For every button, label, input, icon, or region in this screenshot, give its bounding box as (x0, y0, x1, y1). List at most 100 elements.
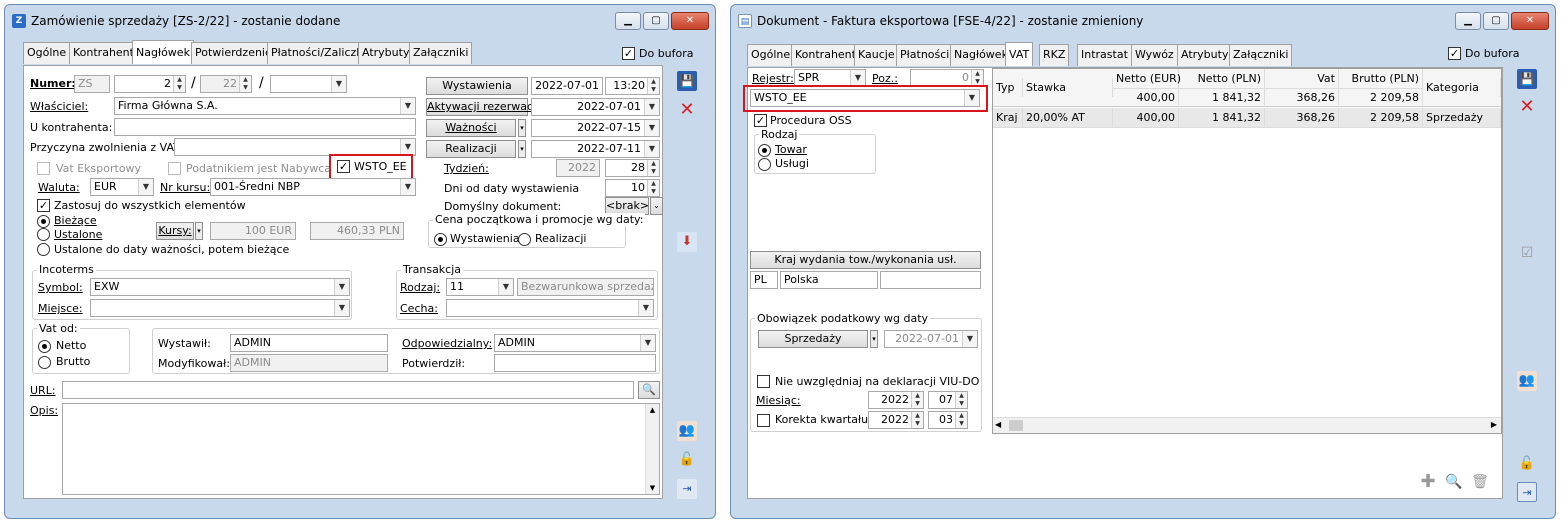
dni-spinner[interactable]: 10 ▲ ▼ (605, 179, 660, 197)
col-vat[interactable]: Vat (1265, 69, 1339, 89)
numer-spinner[interactable]: 2 ▲ ▼ (114, 75, 186, 93)
spin-arrows-icon[interactable]: ▲ ▼ (955, 412, 967, 428)
scroll-right-icon[interactable]: ▶ (1491, 420, 1497, 429)
checklist-icon[interactable]: ☑ (1517, 243, 1537, 263)
tab-platnosci[interactable]: Płatności/Zaliczki (267, 42, 370, 64)
korekta-spinner[interactable]: 03 ▲ ▼ (928, 411, 968, 429)
wystawienia-time[interactable]: 13:20 ▲ ▼ (605, 77, 660, 95)
spin-arrows-icon[interactable]: ▲ ▼ (239, 76, 251, 92)
brutto-radio[interactable] (38, 356, 51, 369)
biezace-radio[interactable] (37, 215, 50, 228)
wystawienia-date[interactable]: 2022-07-01 (531, 77, 603, 95)
tab-kontrahent[interactable]: Kontrahent (791, 44, 860, 66)
add-icon[interactable]: ✚ (1418, 472, 1438, 492)
vat-grid[interactable]: Typ Stawka Netto (EUR) Netto (PLN) Vat B… (992, 68, 1502, 434)
minimize-button[interactable]: ▁ (1455, 12, 1481, 30)
spin-arrows-icon[interactable]: ▲ ▼ (647, 160, 659, 176)
opis-textarea[interactable]: ▲ ▼ (62, 403, 660, 495)
tab-intrastat[interactable]: Intrastat (1077, 44, 1132, 66)
sprzedazy-button[interactable]: Sprzedaży (758, 330, 868, 348)
wsto-combo[interactable]: WSTO_EE ▼ (750, 89, 980, 107)
korekta-checkbox[interactable] (757, 414, 770, 427)
cena-wystawienia-radio[interactable] (434, 233, 447, 246)
kursy-button[interactable]: Kursy: (156, 222, 194, 240)
flag-icon[interactable]: ⇥ (1517, 482, 1537, 502)
maximize-button[interactable]: ▢ (1483, 12, 1509, 30)
wlasciciel-combo[interactable]: Firma Główna S.A. ▼ (114, 97, 416, 115)
do-bufora-checkbox[interactable]: ✓ (1448, 47, 1461, 60)
tab-kontrahent[interactable]: Kontrahent (69, 42, 138, 64)
vat-eksportowy-checkbox[interactable] (37, 162, 50, 175)
cancel-icon[interactable]: ✕ (677, 100, 697, 120)
nie-uwzgl-checkbox[interactable] (757, 375, 770, 388)
waznosci-button[interactable]: Ważności (426, 119, 516, 137)
tab-ogolne[interactable]: Ogólne (747, 44, 795, 66)
spin-arrows-icon[interactable]: ▲ ▼ (911, 392, 923, 408)
numer-year-spinner[interactable]: 22 ▲ ▼ (200, 75, 252, 93)
waznosci-date[interactable]: 2022-07-15 ▼ (531, 119, 660, 137)
spin-arrows-icon[interactable]: ▲ ▼ (173, 76, 185, 92)
symbol-combo[interactable]: EXW ▼ (90, 278, 350, 296)
flag-icon[interactable]: ⇥ (677, 479, 697, 499)
col-typ[interactable]: Typ (993, 78, 1023, 97)
kraj-name-field[interactable]: Polska (780, 271, 878, 289)
col-netto-eur[interactable]: Netto (EUR) (1113, 69, 1181, 89)
users-icon[interactable]: 👥 (1517, 371, 1537, 391)
tab-ogolne[interactable]: Ogólne (23, 42, 71, 64)
ustalone-radio[interactable] (37, 228, 50, 241)
scroll-left-icon[interactable]: ◀ (995, 420, 1001, 429)
realizacji-button[interactable]: Realizacji (426, 140, 516, 158)
realizacji-dropdown[interactable]: ▾ (518, 140, 526, 158)
cena-realizacji-radio[interactable] (518, 233, 531, 246)
tydzien-spinner[interactable]: 28 ▲ ▼ (605, 159, 660, 177)
miejsce-combo[interactable]: ▼ (90, 299, 350, 317)
tab-atrybuty[interactable]: Atrybuty (1177, 44, 1233, 66)
uslugi-radio[interactable] (758, 158, 771, 171)
waznosci-dropdown[interactable]: ▾ (518, 119, 526, 137)
cecha-combo[interactable]: ▼ (446, 299, 654, 317)
scrollbar[interactable]: ▲ ▼ (645, 404, 659, 494)
miesiac-spinner[interactable]: 07 ▲ ▼ (928, 391, 968, 409)
spin-arrows-icon[interactable]: ▲ ▼ (955, 392, 967, 408)
tab-potwierdzenie[interactable]: Potwierdzenie (191, 42, 276, 64)
wystawienia-button[interactable]: Wystawienia (426, 77, 528, 95)
procedura-oss-checkbox[interactable]: ✓ (754, 114, 767, 127)
url-input[interactable] (62, 381, 634, 399)
horizontal-scrollbar[interactable]: ◀ ▶ (993, 417, 1501, 433)
rodzaj-combo[interactable]: 11 ▼ (446, 278, 514, 296)
potwierdzil-field[interactable] (494, 354, 656, 372)
tab-atrybuty[interactable]: Atrybuty (358, 42, 414, 64)
minimize-button[interactable]: ▁ (615, 12, 641, 30)
do-bufora-checkbox[interactable]: ✓ (622, 47, 635, 60)
nr-kursu-combo[interactable]: 001-Średni NBP ▼ (210, 178, 416, 196)
lock-icon[interactable]: 🔓 (1517, 454, 1537, 474)
obowiazek-date[interactable]: 2022-07-01 ▼ (884, 330, 978, 348)
kraj-code-field[interactable]: PL (750, 271, 778, 289)
spin-arrows-icon[interactable]: ▲ ▼ (911, 412, 923, 428)
close-button[interactable]: ✕ (671, 12, 709, 30)
ustalone-do-radio[interactable] (37, 243, 50, 256)
tab-naglowek[interactable]: Nagłówek (950, 44, 1012, 66)
col-netto-pln[interactable]: Netto (PLN) (1179, 69, 1265, 89)
maximize-button[interactable]: ▢ (643, 12, 669, 30)
netto-radio[interactable] (38, 340, 51, 353)
towar-radio[interactable] (758, 144, 771, 157)
trash-icon[interactable]: 🗑 (1470, 472, 1490, 492)
aktywacji-button[interactable]: Aktywacji rezerwacji (426, 98, 539, 116)
sprzedazy-dropdown[interactable]: ▾ (870, 330, 878, 348)
spin-arrows-icon[interactable]: ▲ ▼ (647, 180, 659, 196)
tab-vat[interactable]: VAT (1005, 42, 1034, 66)
odpowiedzialny-combo[interactable]: ADMIN ▼ (494, 334, 656, 352)
scroll-thumb[interactable] (1009, 420, 1023, 431)
close-button[interactable]: ✕ (1511, 12, 1549, 30)
save-icon[interactable]: 💾 (1517, 69, 1537, 89)
users-icon[interactable]: 👥 (677, 421, 697, 441)
tab-naglowek[interactable]: Nagłówek (132, 40, 194, 64)
aktywacji-date[interactable]: 2022-07-01 ▼ (531, 98, 660, 116)
spin-arrows-icon[interactable]: ▲ ▼ (647, 78, 659, 94)
podatnikiem-checkbox[interactable] (168, 162, 181, 175)
kraj-extra-field[interactable] (880, 271, 981, 289)
export-icon[interactable]: ⬇ (677, 232, 697, 252)
tab-rkz[interactable]: RKZ (1039, 44, 1070, 66)
spin-arrows-icon[interactable]: ▲ ▼ (971, 70, 983, 86)
